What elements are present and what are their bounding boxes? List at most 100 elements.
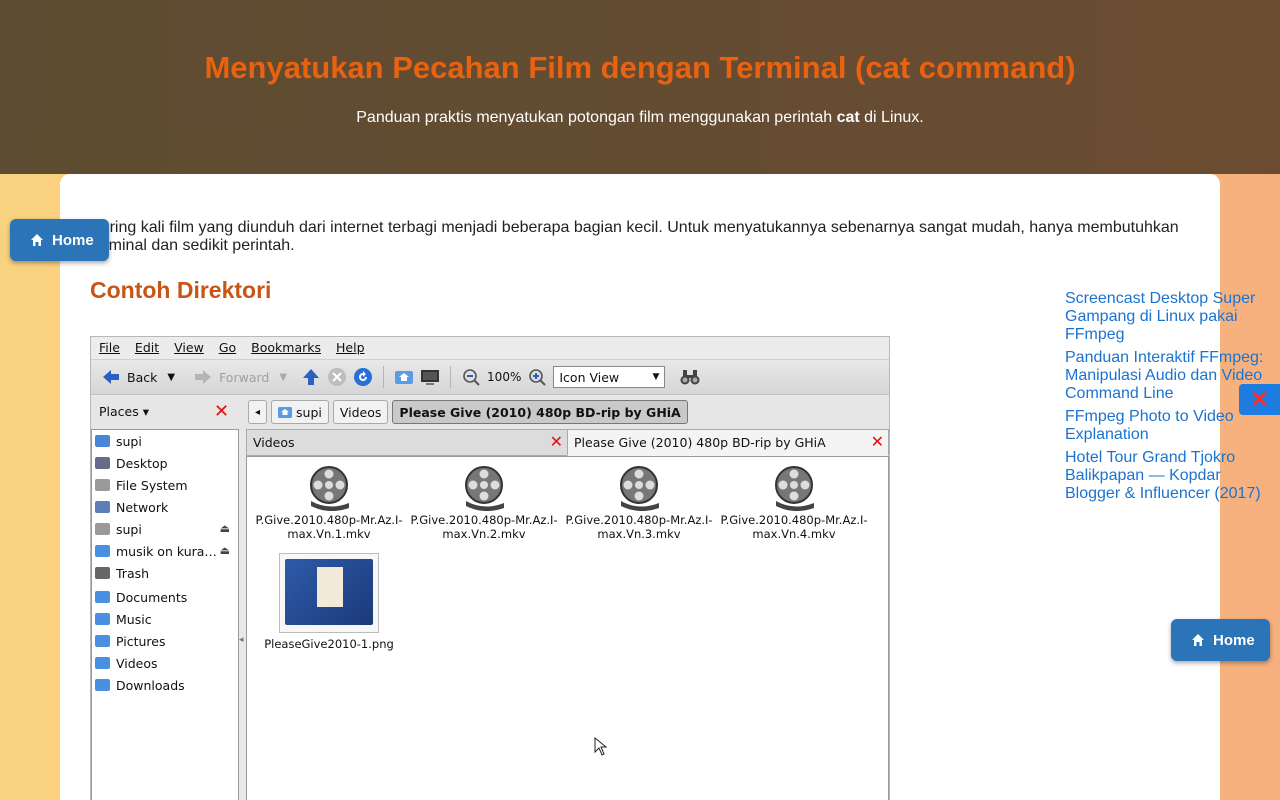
computer-icon[interactable] [420, 367, 440, 387]
close-icon[interactable]: ✕ [214, 401, 229, 422]
breadcrumb-back-button[interactable]: ◂ [248, 400, 268, 424]
home-button[interactable]: Home [10, 219, 109, 261]
file-name: P.Give.2010.480p-Mr.Az.I- [720, 513, 868, 527]
eject-icon[interactable]: ⏏ [220, 544, 230, 557]
sidebar-item[interactable]: Music [92, 608, 238, 630]
file-item[interactable]: P.Give.2010.480p-Mr.Az.I-max.Vn.3.mkv [564, 465, 714, 541]
menu-file[interactable]: File [99, 340, 120, 356]
forward-button[interactable]: Forward [189, 363, 273, 391]
file-item[interactable]: P.Give.2010.480p-Mr.Az.I-max.Vn.4.mkv [719, 465, 869, 541]
trash-icon [95, 567, 110, 579]
related-link[interactable]: Screencast Desktop Super Gampang di Linu… [1065, 290, 1275, 344]
sidebar-item-label: Documents [116, 589, 188, 605]
back-button[interactable]: Back [97, 363, 161, 391]
breadcrumb-current-folder[interactable]: Please Give (2010) 480p BD-rip by GHiA [392, 400, 688, 424]
view-mode-select[interactable]: Icon View ▼ [553, 366, 666, 388]
sidebar-item[interactable]: Videos [92, 652, 238, 674]
stop-icon[interactable] [327, 367, 347, 387]
sidebar-item[interactable]: Desktop [92, 452, 238, 474]
subtitle-suffix: di Linux. [859, 109, 924, 126]
back-arrow-icon [103, 370, 119, 384]
home-folder-icon[interactable] [394, 367, 414, 387]
sidebar-item-label: Trash [116, 565, 150, 581]
back-dropdown-icon[interactable]: ▼ [167, 372, 175, 383]
file-item[interactable]: P.Give.2010.480p-Mr.Az.I-max.Vn.1.mkv [254, 465, 404, 541]
related-link[interactable]: Hotel Tour Grand Tjokro Balikpapan — Kop… [1065, 449, 1275, 503]
sidebar-item[interactable]: Pictures [92, 630, 238, 652]
breadcrumb: ◂ supi Videos Please Give (2010) 480p BD… [248, 400, 688, 424]
pane-splitter-handle[interactable]: ◂ [239, 635, 244, 645]
folder-icon [95, 635, 110, 647]
sidebar-item[interactable]: musik on kura… ⏏ [92, 540, 238, 562]
subtitle-command: cat [836, 109, 860, 126]
folder-icon [95, 613, 110, 625]
zoom-out-icon[interactable] [461, 367, 481, 387]
sidebar-item-label: File System [116, 477, 188, 493]
section-title: Contoh Direktori [90, 277, 272, 303]
sidebar-item[interactable]: supi [92, 430, 238, 452]
drive-icon [95, 523, 110, 535]
zoom-level: 100% [487, 370, 522, 384]
file-name-continued: max.Vn.3.mkv [597, 527, 681, 541]
sidebar-item-label: Music [116, 611, 152, 627]
network-icon [95, 501, 110, 513]
file-name-continued: max.Vn.4.mkv [752, 527, 836, 541]
search-binoculars-icon[interactable] [679, 367, 701, 387]
page-header: Menyatukan Pecahan Film dengan Terminal … [0, 0, 1280, 174]
toolbar-separator [383, 366, 385, 388]
sidebar-item[interactable]: Downloads [92, 674, 238, 696]
menu-edit[interactable]: Edit [135, 340, 159, 356]
file-name: P.Give.2010.480p-Mr.Az.I- [255, 513, 403, 527]
sidebar-item-label: musik on kura… [116, 543, 217, 559]
sidebar-item-label: Desktop [116, 455, 168, 471]
file-item[interactable]: PleaseGive2010-1.png [254, 553, 404, 651]
eject-icon[interactable]: ⏏ [220, 522, 230, 535]
menu-view[interactable]: View [174, 340, 204, 356]
tab-current-folder[interactable]: Please Give (2010) 480p BD-rip by GHiA ✕ [567, 429, 889, 456]
forward-dropdown-icon[interactable]: ▼ [279, 372, 287, 383]
drive-icon [95, 479, 110, 491]
home-folder-icon [95, 435, 110, 447]
menu-edit-label: Edit [134, 340, 160, 355]
breadcrumb-videos[interactable]: Videos [332, 400, 389, 424]
sidebar-item[interactable]: Documents [92, 586, 238, 608]
sidebar-item-label: supi [116, 521, 142, 537]
close-sidebar-button[interactable]: ✕ [1239, 384, 1280, 415]
sidebar-item[interactable]: Network [92, 496, 238, 518]
folder-icon [95, 657, 110, 669]
sidebar-item[interactable]: supi ⏏ [92, 518, 238, 540]
home-folder-icon [278, 407, 293, 418]
file-manager-window: File Edit View Go Bookmarks Help Back ▼ … [90, 336, 890, 800]
video-reel-icon [775, 466, 814, 511]
video-reel-icon [310, 466, 349, 511]
sidebar-item-label: Downloads [116, 677, 185, 693]
up-arrow-icon[interactable] [301, 367, 321, 387]
desktop-icon [95, 457, 110, 469]
places-header[interactable]: Places ▾ [99, 404, 149, 419]
file-name: PleaseGive2010-1.png [264, 637, 394, 651]
breadcrumb-back-label: ◂ [255, 406, 261, 418]
menu-go-label: Go [218, 340, 237, 355]
menu-bookmarks[interactable]: Bookmarks [251, 340, 321, 356]
sidebar-item[interactable]: Trash [92, 562, 238, 584]
tab-videos[interactable]: Videos ✕ [246, 429, 568, 456]
reload-icon[interactable] [353, 367, 373, 387]
close-icon[interactable]: ✕ [871, 432, 884, 451]
close-icon: ✕ [1250, 386, 1269, 412]
page-subtitle: Panduan praktis menyatukan potongan film… [0, 109, 1280, 127]
sidebar-item[interactable]: File System [92, 474, 238, 496]
zoom-in-icon[interactable] [527, 367, 547, 387]
close-icon[interactable]: ✕ [550, 432, 563, 451]
home-icon [1192, 634, 1204, 646]
toolbar: Back ▼ Forward ▼ 100% Icon View ▼ [91, 359, 889, 395]
folder-icon [95, 591, 110, 603]
forward-arrow-icon [195, 370, 212, 384]
menu-bar: File Edit View Go Bookmarks Help [91, 337, 889, 359]
menu-help[interactable]: Help [336, 340, 365, 356]
thumbnail-picture [285, 559, 373, 625]
tab-current-label: Please Give (2010) 480p BD-rip by GHiA [574, 435, 826, 450]
menu-go[interactable]: Go [219, 340, 236, 356]
breadcrumb-supi[interactable]: supi [271, 400, 329, 424]
home-button[interactable]: Home [1171, 619, 1270, 661]
file-item[interactable]: P.Give.2010.480p-Mr.Az.I-max.Vn.2.mkv [409, 465, 559, 541]
